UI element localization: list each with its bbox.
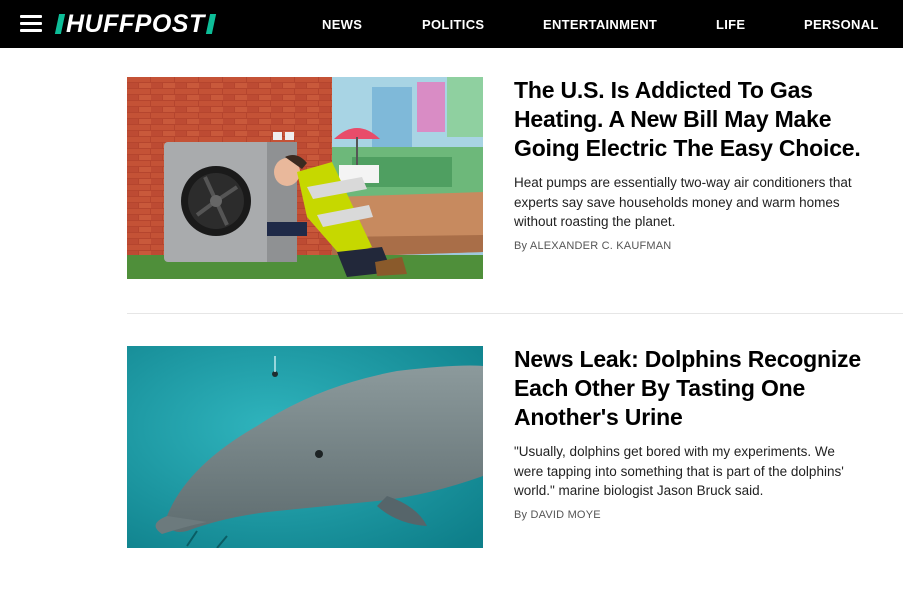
- nav-personal[interactable]: PERSONAL: [804, 17, 879, 32]
- article-summary: "Usually, dolphins get bored with my exp…: [514, 444, 844, 498]
- article-headline[interactable]: The U.S. Is Addicted To Gas Heating. A N…: [514, 76, 874, 163]
- logo-accent-bar-right: [205, 14, 216, 34]
- byline-prefix: By: [514, 508, 528, 521]
- article-headline[interactable]: News Leak: Dolphins Recognize Each Other…: [514, 345, 874, 432]
- article-thumbnail-dolphin[interactable]: [127, 346, 483, 548]
- dolphin-photo: [127, 346, 483, 548]
- article-thumbnail-heat-pump[interactable]: [127, 77, 483, 279]
- logo-accent-bar-left: [54, 14, 66, 34]
- top-navigation-bar: HUFFPOST NEWS POLITICS ENTERTAINMENT LIF…: [0, 0, 903, 48]
- article-byline: By DAVID MOYE: [514, 509, 874, 521]
- byline-prefix: By: [514, 239, 528, 252]
- nav-life[interactable]: LIFE: [716, 17, 745, 32]
- heat-pump-photo: [127, 77, 483, 279]
- article-byline: By ALEXANDER C. KAUFMAN: [514, 240, 874, 252]
- nav-news[interactable]: NEWS: [322, 17, 362, 32]
- article-author[interactable]: ALEXANDER C. KAUFMAN: [530, 240, 672, 252]
- nav-entertainment[interactable]: ENTERTAINMENT: [543, 17, 657, 32]
- article-summary: Heat pumps are essentially two-way air c…: [514, 175, 852, 229]
- logo-text: HUFFPOST: [66, 9, 205, 38]
- article-divider: [127, 313, 903, 314]
- article-author[interactable]: DAVID MOYE: [531, 509, 601, 521]
- huffpost-logo[interactable]: HUFFPOST: [54, 9, 216, 38]
- hamburger-menu-icon[interactable]: [20, 15, 42, 32]
- nav-politics[interactable]: POLITICS: [422, 17, 484, 32]
